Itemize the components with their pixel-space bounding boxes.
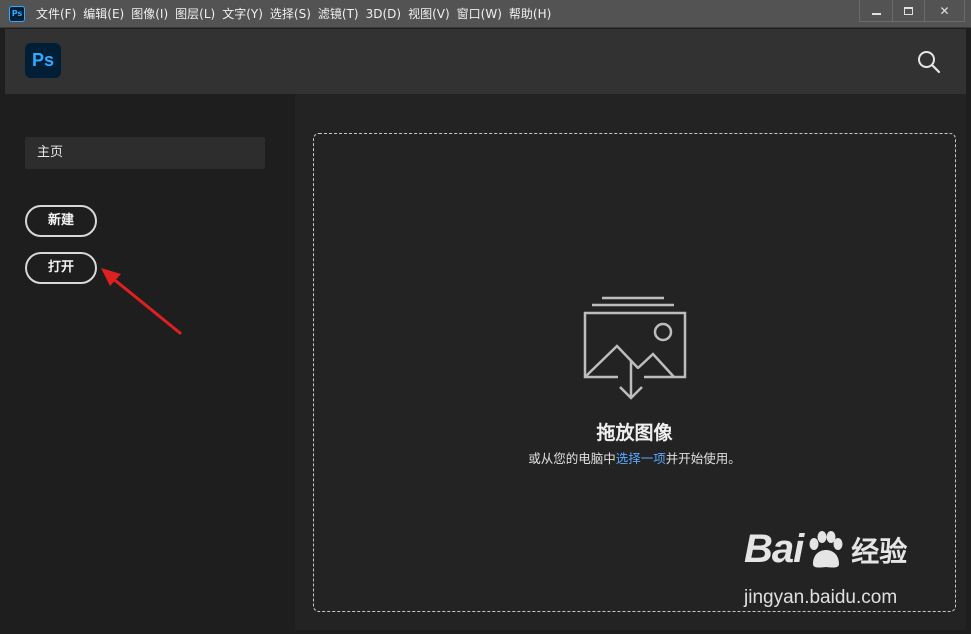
menu-window[interactable]: 窗口(W) (454, 0, 505, 28)
watermark-brand-right: 经验 (851, 534, 908, 568)
menu-3d[interactable]: 3D(D) (363, 0, 404, 28)
menu-filter[interactable]: 滤镜(T) (315, 0, 362, 28)
search-button[interactable] (916, 49, 942, 75)
red-arrow-annotation (101, 268, 182, 335)
menu-edit[interactable]: 编辑(E) (80, 0, 127, 28)
sidebar-item-home[interactable]: 主页 (25, 137, 265, 169)
watermark-brand: Bai 经验 (744, 527, 907, 572)
photoshop-logo: Ps (25, 43, 61, 78)
image-download-icon (583, 296, 687, 400)
left-sidebar: 主页 新建 打开 (5, 94, 295, 630)
close-button[interactable]: ✕ (924, 0, 964, 21)
paw-icon (809, 530, 843, 568)
minimize-button[interactable] (860, 0, 892, 21)
menu-image[interactable]: 图像(I) (128, 0, 171, 28)
menu-type[interactable]: 文字(Y) (219, 0, 266, 28)
drop-subtitle: 或从您的电脑中选择一项并开始使用。 (314, 448, 955, 467)
baidu-watermark: Bai 经验 jingyan.baidu.com (744, 527, 924, 617)
close-icon: ✕ (939, 3, 950, 18)
menu-view[interactable]: 视图(V) (405, 0, 453, 28)
maximize-icon (904, 6, 913, 15)
select-file-link[interactable]: 选择一项 (616, 451, 666, 466)
app-icon: Ps (9, 6, 25, 22)
minimize-icon (871, 12, 881, 15)
menu-select[interactable]: 选择(S) (267, 0, 314, 28)
watermark-brand-left: Bai (744, 527, 804, 571)
window-controls: ✕ (859, 0, 965, 22)
open-button[interactable]: 打开 (25, 252, 97, 284)
new-button[interactable]: 新建 (25, 205, 97, 237)
maximize-button[interactable] (892, 0, 924, 21)
search-icon (918, 51, 941, 74)
watermark-url: jingyan.baidu.com (744, 587, 898, 608)
menu-list: 文件(F) 编辑(E) 图像(I) 图层(L) 文字(Y) 选择(S) 滤镜(T… (33, 0, 555, 28)
menu-bar: Ps 文件(F) 编辑(E) 图像(I) 图层(L) 文字(Y) 选择(S) 滤… (0, 0, 971, 28)
menu-layer[interactable]: 图层(L) (172, 0, 218, 28)
drop-subtitle-suffix: 并开始使用。 (665, 451, 741, 466)
menu-help[interactable]: 帮助(H) (506, 0, 554, 28)
drop-subtitle-prefix: 或从您的电脑中 (528, 451, 616, 466)
drop-title: 拖放图像 (596, 422, 673, 444)
home-header: Ps (5, 29, 966, 94)
menu-file[interactable]: 文件(F) (33, 0, 79, 28)
